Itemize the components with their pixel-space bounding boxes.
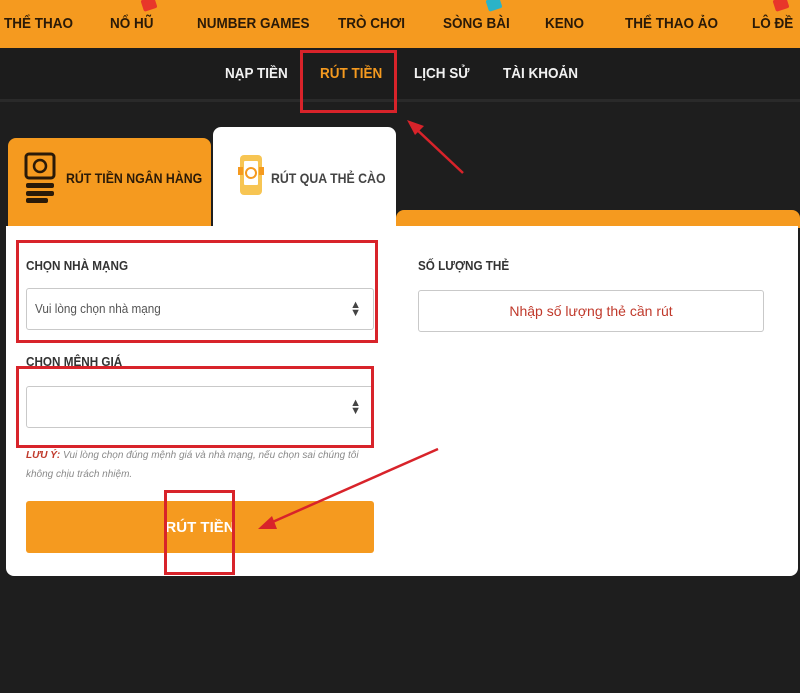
tab-card-withdraw[interactable]: RÚT QUA THẺ CÀO xyxy=(213,127,396,231)
phone-card-icon xyxy=(238,155,264,195)
note-label: LƯU Ý: xyxy=(26,450,61,461)
denomination-select[interactable]: ▲ ▼ xyxy=(26,386,374,428)
quantity-input[interactable] xyxy=(418,290,764,332)
nav-the-thao-ao[interactable]: THỂ THAO ẢO xyxy=(625,0,718,48)
select-caret-icon: ▲ ▼ xyxy=(350,299,361,319)
subnav-deposit[interactable]: NẠP TIỀN xyxy=(225,48,288,100)
top-navigation: THỂ THAO NỔ HŨ NUMBER GAMES TRÒ CHƠI SÒN… xyxy=(0,0,800,48)
denomination-label: CHỌN MỆNH GIÁ xyxy=(26,354,123,369)
quantity-label: SỐ LƯỢNG THẺ xyxy=(418,258,510,273)
nav-keno[interactable]: KENO xyxy=(545,0,584,48)
network-select[interactable]: Vui lòng chọn nhà mạng ▲ ▼ xyxy=(26,288,374,330)
tab-card-label: RÚT QUA THẺ CÀO xyxy=(271,170,386,186)
bank-money-icon xyxy=(24,152,56,203)
subnav-withdraw[interactable]: RÚT TIỀN xyxy=(320,48,382,100)
account-subnav: NẠP TIỀN RÚT TIỀN LỊCH SỬ TÀI KHOẢN xyxy=(0,48,800,102)
tab-bank-label: RÚT TIỀN NGÂN HÀNG xyxy=(66,170,203,186)
tab-bank-withdraw[interactable]: RÚT TIỀN NGÂN HÀNG xyxy=(8,138,211,226)
subnav-history[interactable]: LỊCH SỬ xyxy=(414,48,469,100)
hot-badge-icon xyxy=(140,0,158,12)
nav-tro-choi[interactable]: TRÒ CHƠI xyxy=(338,0,405,48)
network-select-value: Vui lòng chọn nhà mạng xyxy=(35,301,161,316)
subnav-account[interactable]: TÀI KHOẢN xyxy=(503,48,578,100)
note-text: Vui lòng chọn đúng mệnh giá và nhà mạng,… xyxy=(26,450,359,480)
select-caret-icon: ▲ ▼ xyxy=(350,397,361,417)
warning-note: LƯU Ý: Vui lòng chọn đúng mệnh giá và nh… xyxy=(26,446,386,484)
nav-the-thao[interactable]: THỂ THAO xyxy=(4,0,73,48)
nav-number-games[interactable]: NUMBER GAMES xyxy=(197,0,310,48)
network-label: CHỌN NHÀ MẠNG xyxy=(26,258,129,273)
withdraw-submit-button[interactable]: RÚT TIỀN xyxy=(26,501,374,553)
